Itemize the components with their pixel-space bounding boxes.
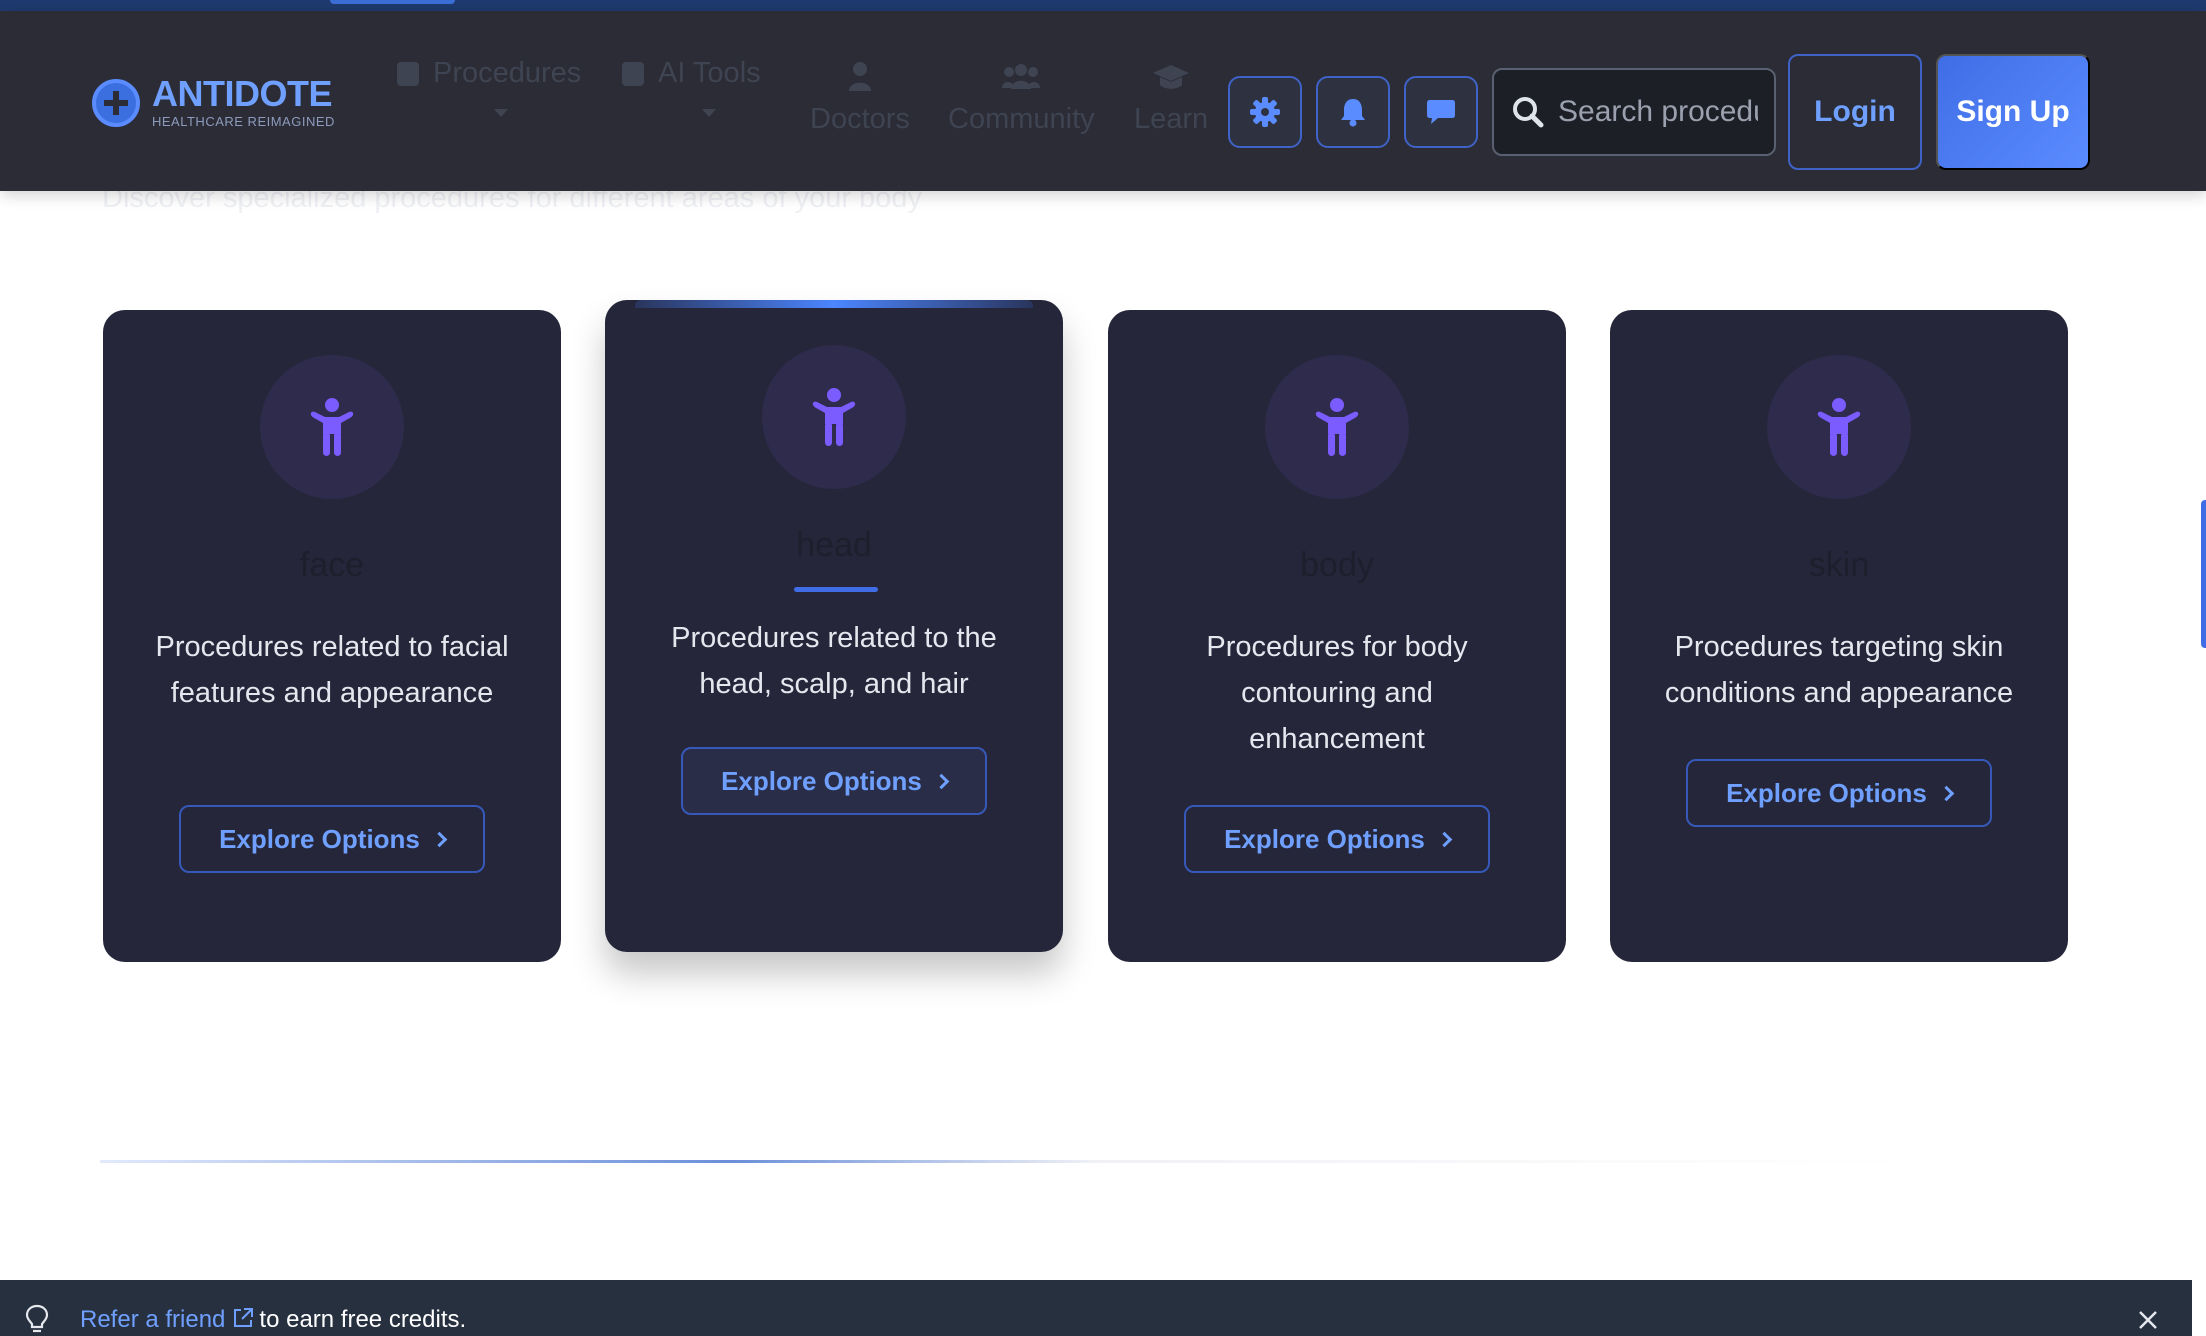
chevron-right-icon (933, 773, 950, 789)
card-title: body (1300, 546, 1374, 584)
child-icon (1315, 398, 1359, 456)
users-icon (948, 61, 1095, 91)
brand-name: ANTIDOTE (152, 73, 333, 114)
card-icon-circle (260, 355, 404, 499)
messages-button[interactable] (1404, 76, 1478, 148)
lightbulb-icon (25, 1304, 49, 1333)
nav-community-label: Community (948, 103, 1095, 135)
referral-text: to earn free credits. (259, 1306, 467, 1333)
card-icon-circle (762, 345, 906, 489)
browser-top-strip (0, 0, 2206, 11)
side-feedback-tab[interactable] (2201, 500, 2206, 648)
category-card-body[interactable]: body Procedures for body contouring and … (1108, 310, 1566, 962)
search-box[interactable] (1492, 68, 1776, 156)
close-icon[interactable] (2138, 1310, 2158, 1330)
notifications-button[interactable] (1316, 76, 1390, 148)
brand-tagline: HEALTHCARE REIMAGINED (152, 114, 335, 129)
card-accent-bar (635, 300, 1033, 308)
graduation-cap-icon (1134, 61, 1208, 91)
card-title: skin (1808, 546, 1870, 584)
logo[interactable]: ANTIDOTE HEALTHCARE REIMAGINED (92, 76, 338, 129)
user-doctor-icon (810, 61, 910, 91)
explore-label: Explore Options (219, 823, 420, 854)
category-card-face[interactable]: face Procedures related to facial featur… (103, 310, 561, 962)
ai-tools-chevron-down-icon (702, 109, 716, 117)
clipboard-icon (397, 62, 419, 87)
procedures-chevron-down-icon (494, 109, 508, 117)
card-title: head (796, 526, 872, 564)
bell-icon (1341, 99, 1365, 127)
card-title-underline (794, 587, 878, 592)
robot-icon (622, 62, 644, 87)
category-card-head[interactable]: head Procedures related to the head, sca… (605, 300, 1063, 952)
nav-procedures[interactable]: Procedures (397, 57, 581, 90)
explore-options-button[interactable]: Explore Options (1686, 759, 1992, 827)
referral-message: Refer a friend to earn free credits. (80, 1306, 466, 1334)
card-description: Procedures for body contouring and enhan… (1206, 631, 1468, 755)
navbar: ANTIDOTE HEALTHCARE REIMAGINED Procedure… (0, 11, 2206, 191)
search-icon (1513, 97, 1544, 128)
settings-button[interactable] (1228, 76, 1302, 148)
explore-label: Explore Options (1224, 823, 1425, 854)
nav-learn[interactable]: Learn (1134, 61, 1208, 136)
card-icon-circle (1265, 355, 1409, 499)
search-input[interactable] (1558, 70, 1758, 154)
card-description: Procedures targeting skin conditions and… (1664, 631, 2014, 709)
section-divider (100, 1160, 1910, 1163)
card-description: Procedures related to the head, scalp, a… (671, 622, 997, 700)
chat-icon (1427, 100, 1455, 124)
settings-icon (1250, 97, 1280, 127)
active-tab-indicator (330, 0, 455, 4)
refer-friend-link[interactable]: Refer a friend (80, 1306, 225, 1333)
explore-options-button[interactable]: Explore Options (179, 805, 485, 873)
explore-options-button[interactable]: Explore Options (1184, 805, 1490, 873)
nav-ai-tools[interactable]: AI Tools (622, 57, 761, 90)
nav-procedures-label: Procedures (433, 57, 582, 89)
login-button[interactable]: Login (1788, 54, 1922, 170)
nav-learn-label: Learn (1134, 103, 1209, 135)
card-title: face (299, 546, 365, 584)
category-card-skin[interactable]: skin Procedures targeting skin condition… (1610, 310, 2068, 962)
chevron-right-icon (1436, 831, 1453, 847)
card-icon-circle (1767, 355, 1911, 499)
explore-label: Explore Options (1726, 777, 1927, 808)
card-description: Procedures related to facial features an… (155, 631, 509, 709)
child-icon (310, 398, 354, 456)
nav-community[interactable]: Community (948, 61, 1095, 136)
chevron-right-icon (431, 831, 448, 847)
external-link-icon[interactable] (231, 1306, 255, 1330)
explore-label: Explore Options (721, 765, 922, 796)
nav-doctors[interactable]: Doctors (810, 61, 910, 136)
nav-ai-tools-label: AI Tools (658, 57, 761, 89)
explore-options-button[interactable]: Explore Options (681, 747, 987, 815)
logo-plus-icon (92, 78, 140, 127)
nav-doctors-label: Doctors (810, 103, 910, 135)
chevron-right-icon (1938, 785, 1955, 801)
child-icon (812, 388, 856, 446)
child-icon (1817, 398, 1861, 456)
signup-button[interactable]: Sign Up (1936, 54, 2090, 170)
